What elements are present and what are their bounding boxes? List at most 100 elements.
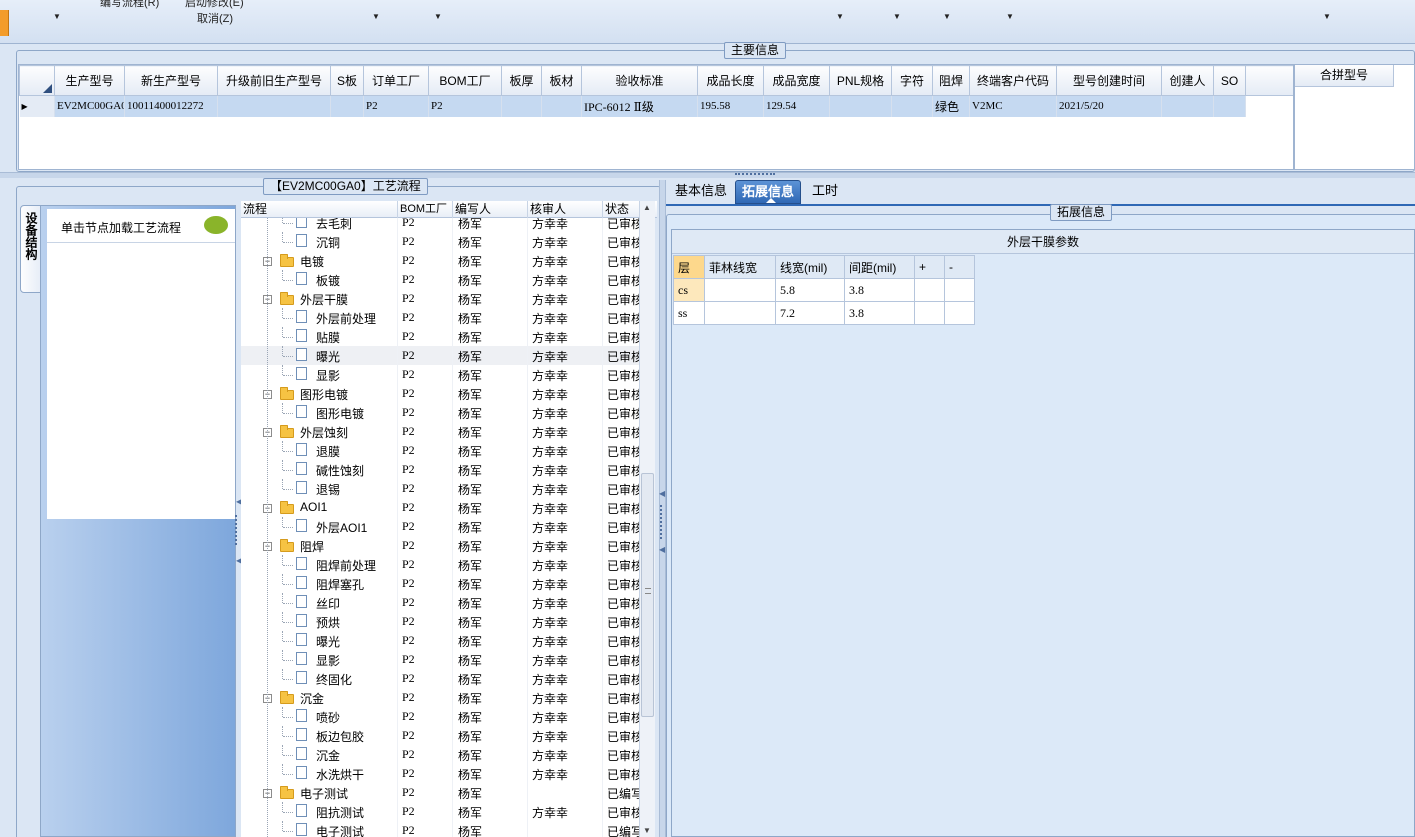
tree-node-step[interactable]: 退锡 P2 杨军 方幸幸 已审核	[241, 479, 639, 498]
tree-node-step[interactable]: 贴膜 P2 杨军 方幸幸 已审核	[241, 327, 639, 346]
col-header[interactable]: 新生产型号	[124, 65, 218, 96]
cell[interactable]: 绿色	[932, 95, 970, 117]
param-cell[interactable]	[704, 278, 776, 302]
table-row[interactable]: ▶ EV2MC00GA0 10011400012272 P2 P2 IPC-60…	[19, 95, 1293, 117]
tree-node-step[interactable]: 图形电镀 P2 杨军 方幸幸 已审核	[241, 403, 639, 422]
col-header[interactable]: PNL规格	[829, 65, 892, 96]
param-col-header[interactable]: 层	[673, 255, 705, 279]
col-header-bom[interactable]: BOM工厂	[398, 201, 453, 218]
col-header[interactable]: 生产型号	[54, 65, 125, 96]
cell[interactable]: IPC-6012 Ⅱ级	[581, 95, 698, 117]
tree-node-step[interactable]: 阻焊前处理 P2 杨军 方幸幸 已审核	[241, 555, 639, 574]
col-header-author[interactable]: 编写人	[453, 201, 528, 218]
tree-node-group[interactable]: − 图形电镀 P2 杨军 方幸幸 已审核	[241, 384, 639, 403]
col-header[interactable]: S板	[330, 65, 364, 96]
tree-node-group[interactable]: − 阻焊 P2 杨军 方幸幸 已审核	[241, 536, 639, 555]
remove-column-button[interactable]: -	[944, 255, 975, 279]
row-selector-icon[interactable]: ▶	[19, 95, 55, 117]
tree-node-group[interactable]: − AOI1 P2 杨军 方幸幸 已审核	[241, 498, 639, 517]
col-header[interactable]: 型号创建时间	[1056, 65, 1162, 96]
tree-node-step[interactable]: 外层前处理 P2 杨军 方幸幸 已审核	[241, 308, 639, 327]
cell[interactable]	[217, 95, 331, 117]
cell[interactable]: 129.54	[763, 95, 830, 117]
param-cell[interactable]: 3.8	[844, 301, 915, 325]
tree-node-step[interactable]: 阻焊塞孔 P2 杨军 方幸幸 已审核	[241, 574, 639, 593]
tree-node-step[interactable]: 退膜 P2 杨军 方幸幸 已审核	[241, 441, 639, 460]
param-cell[interactable]: ss	[673, 301, 705, 325]
tree-node-step[interactable]: 碱性蚀刻 P2 杨军 方幸幸 已审核	[241, 460, 639, 479]
col-header[interactable]: SO	[1213, 65, 1246, 96]
tree-node-step[interactable]: 沉金 P2 杨军 方幸幸 已审核	[241, 745, 639, 764]
dropdown-arrow-icon[interactable]: ▼	[1006, 12, 1014, 21]
tree-node-group[interactable]: − 外层干膜 P2 杨军 方幸幸 已审核	[241, 289, 639, 308]
col-header[interactable]: 成品长度	[697, 65, 764, 96]
col-header[interactable]: 成品宽度	[763, 65, 830, 96]
tree-node-step[interactable]: 板边包胶 P2 杨军 方幸幸 已审核	[241, 726, 639, 745]
cell[interactable]: V2MC	[969, 95, 1057, 117]
param-col-header[interactable]: 线宽(mil)	[775, 255, 845, 279]
tree-node-group[interactable]: − 电镀 P2 杨军 方幸幸 已审核	[241, 251, 639, 270]
param-cell[interactable]: 7.2	[775, 301, 845, 325]
add-column-button[interactable]: +	[914, 255, 945, 279]
tree-node-group[interactable]: − 外层蚀刻 P2 杨军 方幸幸 已审核	[241, 422, 639, 441]
cell[interactable]: 10011400012272	[124, 95, 218, 117]
cell[interactable]: EV2MC00GA0	[54, 95, 125, 117]
dropdown-arrow-icon[interactable]: ▼	[372, 12, 380, 21]
tab-equipment-structure[interactable]: 设备结构	[20, 205, 42, 293]
param-cell[interactable]: cs	[673, 278, 705, 302]
tab-work-hours[interactable]: 工时	[806, 180, 844, 204]
cancel-menu-item[interactable]: 取消(Z)	[197, 10, 233, 26]
dropdown-arrow-icon[interactable]: ▼	[943, 12, 951, 21]
param-cell[interactable]	[914, 301, 945, 325]
tree-node-step[interactable]: 水洗烘干 P2 杨军 方幸幸 已审核	[241, 764, 639, 783]
dropdown-arrow-icon[interactable]: ▼	[836, 12, 844, 21]
col-header[interactable]: 创建人	[1161, 65, 1214, 96]
row-header-corner[interactable]	[19, 65, 55, 96]
col-header[interactable]: 终端客户代码	[969, 65, 1057, 96]
scroll-up-icon[interactable]: ▲	[643, 203, 651, 212]
cell[interactable]	[501, 95, 542, 117]
tree-node-group[interactable]: − 电子测试 P2 杨军 已编写	[241, 783, 639, 802]
cell[interactable]	[891, 95, 933, 117]
tree-node-step[interactable]: 阻抗测试 P2 杨军 方幸幸 已审核	[241, 802, 639, 821]
tree-scrollbar[interactable]: ▲ ▼	[639, 201, 655, 837]
param-cell[interactable]	[704, 301, 776, 325]
col-header[interactable]: 验收标准	[581, 65, 698, 96]
col-header[interactable]: 字符	[891, 65, 933, 96]
col-header-status[interactable]: 状态	[603, 201, 641, 218]
tree-node-step[interactable]: 去毛刺 P2 杨军 方幸幸 已审核	[241, 218, 639, 232]
tree-node-step[interactable]: 喷砂 P2 杨军 方幸幸 已审核	[241, 707, 639, 726]
param-cell[interactable]	[944, 301, 975, 325]
splitter-grip-icon[interactable]	[235, 515, 237, 545]
cell[interactable]	[330, 95, 364, 117]
param-cell[interactable]: 3.8	[844, 278, 915, 302]
tree-node-step[interactable]: 丝印 P2 杨军 方幸幸 已审核	[241, 593, 639, 612]
dropdown-arrow-icon[interactable]: ▼	[53, 12, 61, 21]
splitter-grip-icon[interactable]	[660, 505, 662, 539]
merge-model-header[interactable]: 合拼型号	[1295, 65, 1394, 87]
cell[interactable]: P2	[428, 95, 502, 117]
tree-node-step[interactable]: 曝光 P2 杨军 方幸幸 已审核	[241, 346, 639, 365]
tree-node-group[interactable]: − 沉金 P2 杨军 方幸幸 已审核	[241, 688, 639, 707]
collapse-left-icon[interactable]: ◀	[659, 545, 665, 554]
scroll-down-icon[interactable]: ▼	[643, 826, 651, 835]
param-col-header[interactable]: 菲林线宽	[704, 255, 776, 279]
col-header[interactable]: 升级前旧生产型号	[217, 65, 331, 96]
cell[interactable]	[1161, 95, 1214, 117]
col-header[interactable]: 阻焊	[932, 65, 970, 96]
param-col-header[interactable]: 间距(mil)	[844, 255, 915, 279]
tree-node-step[interactable]: 显影 P2 杨军 方幸幸 已审核	[241, 365, 639, 384]
dropdown-arrow-icon[interactable]: ▼	[434, 12, 442, 21]
param-cell[interactable]	[944, 278, 975, 302]
param-cell[interactable]	[914, 278, 945, 302]
tree-node-step[interactable]: 终固化 P2 杨军 方幸幸 已审核	[241, 669, 639, 688]
param-cell[interactable]: 5.8	[775, 278, 845, 302]
col-header[interactable]: 板材	[541, 65, 582, 96]
process-tree[interactable]: 去毛刺 P2 杨军 方幸幸 已审核 沉铜 P2 杨军 方幸幸 已审核 − 电镀 P2 杨军 方幸幸 已审核 板镀…	[241, 218, 639, 837]
tree-node-step[interactable]: 显影 P2 杨军 方幸幸 已审核	[241, 650, 639, 669]
cell[interactable]	[829, 95, 892, 117]
col-header-reviewer[interactable]: 核审人	[528, 201, 603, 218]
col-header[interactable]: 订单工厂	[363, 65, 429, 96]
start-modify-menu-item[interactable]: 启动修改(E)	[185, 0, 244, 10]
scrollbar-thumb[interactable]	[641, 473, 654, 717]
